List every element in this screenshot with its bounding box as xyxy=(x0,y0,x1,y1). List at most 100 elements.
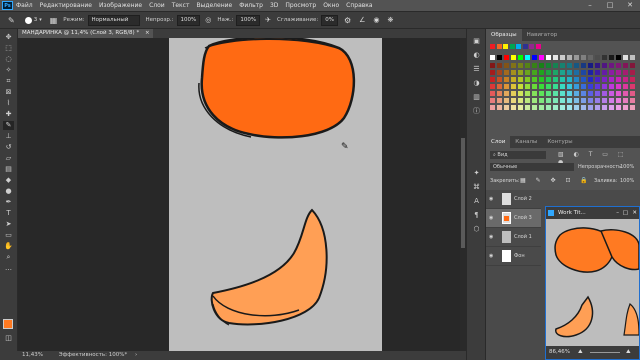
layer-row[interactable]: ◉ Фон xyxy=(486,247,541,266)
swatch-chip[interactable] xyxy=(574,70,579,75)
chevron-right-icon[interactable]: › xyxy=(135,352,137,358)
swatch-chip[interactable] xyxy=(560,84,565,89)
close-icon[interactable]: ✕ xyxy=(620,0,640,11)
swatch-chip[interactable] xyxy=(567,70,572,75)
swatch-chip[interactable] xyxy=(539,91,544,96)
navigator-preview[interactable] xyxy=(546,219,639,346)
swatch-chip[interactable] xyxy=(490,98,495,103)
zoom-slider[interactable] xyxy=(590,352,620,353)
brush-tool-icon[interactable]: ✎ xyxy=(8,16,15,25)
swatch-chip[interactable] xyxy=(553,98,558,103)
swatch-chip[interactable] xyxy=(630,63,635,68)
swatch-chip[interactable] xyxy=(588,55,593,60)
gradient-tool-icon[interactable]: ▤ xyxy=(3,165,14,174)
swatch-chip[interactable] xyxy=(616,98,621,103)
swatch-chip[interactable] xyxy=(546,63,551,68)
history-brush-tool-icon[interactable]: ↺ xyxy=(3,143,14,152)
swatch-chip[interactable] xyxy=(553,84,558,89)
swatch-chip[interactable] xyxy=(532,77,537,82)
brush-settings-panel-icon[interactable]: ⌘ xyxy=(471,183,482,192)
stamp-tool-icon[interactable]: ⊥ xyxy=(3,132,14,141)
layer-name[interactable]: Слой 1 xyxy=(514,228,532,247)
menu-image[interactable]: Изображение xyxy=(99,0,142,11)
swatch-chip[interactable] xyxy=(595,105,600,110)
paragraph-panel-icon[interactable]: ¶ xyxy=(471,211,482,220)
swatch-chip[interactable] xyxy=(539,84,544,89)
tab-navigator[interactable]: Навигатор xyxy=(522,29,563,41)
swatch-chip[interactable] xyxy=(588,105,593,110)
swatch-chip[interactable] xyxy=(504,105,509,110)
swatch-chip[interactable] xyxy=(511,70,516,75)
swatch-chip[interactable] xyxy=(630,105,635,110)
swatch-chip[interactable] xyxy=(630,55,635,60)
angle-icon[interactable]: ∠ xyxy=(359,16,365,24)
pressure-opacity-icon[interactable]: ◎ xyxy=(205,16,211,24)
swatch-chip[interactable] xyxy=(616,55,621,60)
swatch-chip[interactable] xyxy=(630,77,635,82)
minimize-icon[interactable]: – xyxy=(616,207,619,219)
swatch-chip[interactable] xyxy=(532,63,537,68)
flow-input[interactable]: 100% xyxy=(236,14,261,26)
swatch-chip[interactable] xyxy=(567,84,572,89)
swatch-chip[interactable] xyxy=(623,105,628,110)
swatch-chip[interactable] xyxy=(504,70,509,75)
swatch-chip[interactable] xyxy=(595,70,600,75)
swatch-chip[interactable] xyxy=(553,77,558,82)
navigator-zoom[interactable]: 86,46% xyxy=(549,349,570,355)
swatch-chip[interactable] xyxy=(525,77,530,82)
mode-select[interactable]: Нормальный xyxy=(87,14,140,26)
swatch-chip[interactable] xyxy=(588,84,593,89)
swatch-chip[interactable] xyxy=(518,84,523,89)
swatch-chip[interactable] xyxy=(490,77,495,82)
swatch-chip[interactable] xyxy=(532,105,537,110)
swatch-chip[interactable] xyxy=(581,98,586,103)
swatch-chip[interactable] xyxy=(602,70,607,75)
swatch-chip[interactable] xyxy=(518,70,523,75)
swatch-chip[interactable] xyxy=(490,70,495,75)
swatch-chip[interactable] xyxy=(609,70,614,75)
maximize-icon[interactable]: □ xyxy=(600,0,620,11)
symmetry-icon[interactable]: ❋ xyxy=(388,16,394,24)
document-tab[interactable]: МАНДАРИНКА @ 11,4% (Слой 3, RGB/8) * × xyxy=(18,29,153,38)
swatch-chip[interactable] xyxy=(602,91,607,96)
swatch-chip[interactable] xyxy=(497,70,502,75)
close-tab-icon[interactable]: × xyxy=(145,30,150,36)
brush-preset-picker[interactable] xyxy=(24,16,32,24)
blur-tool-icon[interactable]: ◆ xyxy=(3,176,14,185)
brushes-panel-icon[interactable]: ✦ xyxy=(471,169,482,178)
layer-name[interactable]: Слой 3 xyxy=(514,209,532,228)
smoothing-input[interactable]: 0% xyxy=(321,14,338,26)
swatch-chip[interactable] xyxy=(539,63,544,68)
crop-tool-icon[interactable]: ⌗ xyxy=(3,77,14,86)
eyedropper-tool-icon[interactable]: ⌇ xyxy=(3,99,14,108)
swatch-chip[interactable] xyxy=(602,84,607,89)
swatch-chip[interactable] xyxy=(504,77,509,82)
swatch-chip[interactable] xyxy=(574,77,579,82)
styles-panel-icon[interactable]: ⬡ xyxy=(471,225,482,234)
swatch-chip[interactable] xyxy=(581,84,586,89)
swatch-chip[interactable] xyxy=(496,44,502,49)
swatch-chip[interactable] xyxy=(609,63,614,68)
swatch-chip[interactable] xyxy=(602,105,607,110)
zoom-out-icon[interactable]: ⛰ xyxy=(578,346,583,359)
swatch-chip[interactable] xyxy=(490,55,495,60)
swatch-chip[interactable] xyxy=(497,55,502,60)
swatch-chip[interactable] xyxy=(623,63,628,68)
eraser-tool-icon[interactable]: ▱ xyxy=(3,154,14,163)
layer-row[interactable]: ◉ Слой 2 xyxy=(486,190,541,209)
lock-icons[interactable]: ▦ ✎ ✥ ⊡ 🔒 xyxy=(520,177,592,185)
swatch-chip[interactable] xyxy=(511,105,516,110)
swatch-chip[interactable] xyxy=(560,91,565,96)
swatch-chip[interactable] xyxy=(609,55,614,60)
swatch-chip[interactable] xyxy=(595,98,600,103)
pen-tool-icon[interactable]: ✒ xyxy=(3,198,14,207)
swatch-chip[interactable] xyxy=(595,55,600,60)
swatch-chip[interactable] xyxy=(574,55,579,60)
swatch-chip[interactable] xyxy=(497,77,502,82)
swatch-chip[interactable] xyxy=(581,55,586,60)
swatch-chip[interactable] xyxy=(525,91,530,96)
pressure-size-icon[interactable]: ◉ xyxy=(373,16,379,24)
swatch-chip[interactable] xyxy=(553,55,558,60)
layer-row[interactable]: ◉ Слой 1 xyxy=(486,228,541,247)
menu-file[interactable]: Файл xyxy=(16,0,33,11)
